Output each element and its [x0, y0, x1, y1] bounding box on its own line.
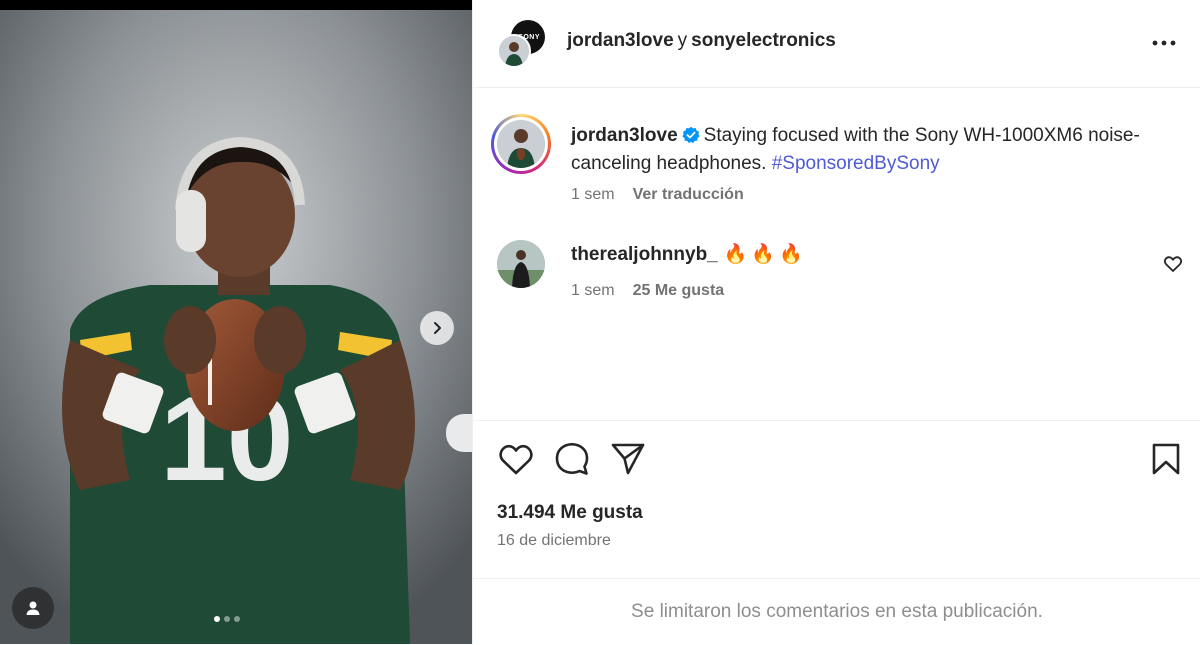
save-button[interactable]: [1147, 440, 1185, 478]
post-media[interactable]: 10: [0, 0, 472, 644]
caption-hashtag[interactable]: #SponsoredBySony: [772, 153, 940, 174]
comment-button[interactable]: [553, 440, 591, 478]
like-button[interactable]: [497, 440, 535, 478]
chevron-right-icon: [434, 322, 441, 334]
jordan3love-avatar[interactable]: [497, 34, 531, 68]
actions-divider: [473, 420, 1200, 421]
carousel-dot: [234, 616, 240, 622]
carousel-dot: [214, 616, 220, 622]
post-likes-count[interactable]: 31.494 Me gusta: [497, 502, 643, 524]
translate-link[interactable]: Ver traducción: [633, 186, 744, 203]
verified-badge-icon: [682, 126, 700, 144]
comment-text: therealjohnnyb_ 🔥🔥🔥: [571, 242, 807, 266]
caption-avatar: [497, 120, 545, 168]
avatar-photo: [497, 240, 545, 288]
heart-outline-icon[interactable]: [1163, 254, 1183, 274]
heart-icon: [499, 444, 533, 475]
more-options-button[interactable]: [1149, 30, 1179, 56]
post-details-panel: SONY jordan3love y sonyelectronics jorda…: [472, 0, 1200, 644]
comment-meta: 1 sem 25 Me gusta: [571, 282, 724, 300]
caption-time[interactable]: 1 sem: [571, 186, 615, 203]
comments-limited-notice: Se limitaron los comentarios en esta pub…: [473, 578, 1200, 645]
comment-time[interactable]: 1 sem: [571, 282, 615, 299]
post-actions: [497, 440, 1180, 478]
commenter-avatar[interactable]: [497, 240, 545, 288]
story-ring-avatar[interactable]: [491, 114, 551, 174]
next-slide-peek: [446, 414, 472, 452]
avatar-photo: [497, 120, 545, 168]
header-username[interactable]: jordan3love: [567, 30, 674, 51]
header-conjunction: y: [677, 30, 688, 51]
bookmark-icon: [1152, 443, 1180, 475]
comment-username[interactable]: therealjohnnyb_: [571, 244, 718, 265]
collab-avatars[interactable]: SONY: [497, 20, 545, 68]
header-usernames: jordan3love y sonyelectronics: [567, 30, 836, 52]
comment-body: 🔥🔥🔥: [723, 244, 807, 265]
media-top-bar: [0, 0, 472, 10]
post-header: SONY jordan3love y sonyelectronics: [473, 0, 1200, 88]
post-date[interactable]: 16 de diciembre: [497, 532, 611, 550]
post-photo[interactable]: 10: [0, 10, 472, 644]
carousel-dot: [224, 616, 230, 622]
comment-item: therealjohnnyb_ 🔥🔥🔥 1 sem 25 Me gusta: [497, 240, 1187, 310]
comment-likes[interactable]: 25 Me gusta: [633, 282, 725, 299]
comments-limited-text: Se limitaron los comentarios en esta pub…: [631, 601, 1043, 622]
user-tag-icon: [26, 601, 40, 615]
tagged-users-button[interactable]: [12, 587, 54, 629]
share-button[interactable]: [609, 440, 647, 478]
next-slide-button[interactable]: [420, 311, 454, 345]
share-icon: [611, 443, 645, 475]
comment-icon: [555, 442, 589, 475]
caption-meta: 1 sem Ver traducción: [571, 186, 744, 204]
avatar-photo: [499, 36, 529, 66]
caption-username[interactable]: jordan3love: [571, 125, 678, 146]
caption-text: jordan3love Staying focused with the Son…: [571, 122, 1181, 178]
header-collaborator[interactable]: sonyelectronics: [691, 30, 836, 51]
carousel-indicator: [214, 616, 240, 622]
more-horizontal-icon: [1152, 40, 1176, 46]
